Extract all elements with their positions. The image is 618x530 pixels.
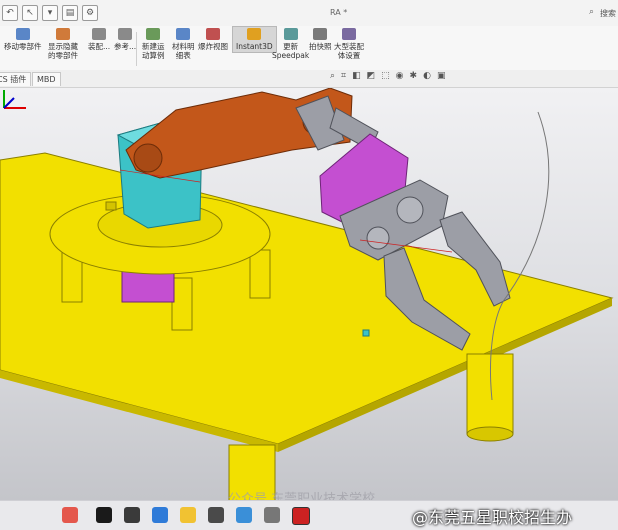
windows-start-icon[interactable] xyxy=(96,507,112,523)
new-motion-study-button[interactable]: 新建运 动算例 xyxy=(142,28,165,60)
previous-view-icon[interactable]: ◧ xyxy=(352,71,361,81)
section-view-icon[interactable]: ◩ xyxy=(367,71,376,81)
move-component-icon xyxy=(15,28,30,40)
stand-leg xyxy=(249,249,271,299)
assembly-feature-icon xyxy=(92,28,107,40)
store-icon[interactable] xyxy=(208,507,224,523)
show-hidden-components-button[interactable]: 显示隐藏 的零部件 xyxy=(48,28,78,60)
bill-of-materials-button[interactable]: 材料明 细表 xyxy=(172,28,195,60)
app-icon[interactable] xyxy=(62,507,78,523)
table-leg xyxy=(466,353,514,435)
reference-geometry-icon xyxy=(118,28,133,40)
zoom-area-icon[interactable]: ⌗ xyxy=(341,71,346,81)
ribbon-separator xyxy=(136,32,137,66)
snapshot-icon xyxy=(313,28,328,40)
gripper-gear-right xyxy=(396,196,424,224)
graphics-viewport[interactable] xyxy=(0,88,618,500)
shoulder-joint xyxy=(133,143,163,173)
instant3d-icon xyxy=(247,28,262,40)
search-label[interactable]: 搜索 xyxy=(600,8,616,19)
watermark-text: @东莞五星职校招生办 xyxy=(412,508,573,527)
view-orientation-icon[interactable]: ⬚ xyxy=(381,71,390,81)
move-component-button[interactable]: 移动零部件 xyxy=(4,28,42,51)
platform-bolt xyxy=(105,201,117,211)
large-assembly-settings-button[interactable]: 大型装配 体设置 xyxy=(334,28,364,60)
instant3d-button[interactable]: Instant3D xyxy=(232,26,277,53)
heads-up-view-toolbar: ⌕ ⌗ ◧ ◩ ⬚ ◉ ✱ ◐ ▣ xyxy=(330,71,445,81)
tab-bar: CS 插件 MBD xyxy=(0,70,618,88)
file-properties-icon[interactable]: ▤ xyxy=(62,5,78,21)
take-snapshot-button[interactable]: 拍快照 xyxy=(309,28,332,51)
title-bar: ↶ ↖ ▾ ▤ ⚙ RA * ⌕ 搜索 xyxy=(0,0,618,27)
large-assembly-icon xyxy=(342,28,356,40)
edge-browser-icon[interactable] xyxy=(152,507,168,523)
hide-show-items-icon[interactable]: ✱ xyxy=(410,71,418,81)
exploded-view-icon xyxy=(206,28,220,40)
new-motion-study-icon xyxy=(146,28,161,40)
origin-marker-icon xyxy=(362,329,370,337)
stand-leg xyxy=(171,277,193,331)
mail-icon[interactable] xyxy=(236,507,252,523)
file-explorer-icon[interactable] xyxy=(180,507,196,523)
gripper-gear-left xyxy=(366,226,390,250)
robot-arm-model xyxy=(0,88,614,500)
rebuild-icon[interactable]: ▾ xyxy=(42,5,58,21)
solidworks-icon[interactable] xyxy=(292,507,310,525)
assembly-features-button[interactable]: 装配... xyxy=(88,28,110,51)
bom-icon xyxy=(176,28,191,40)
task-view-icon[interactable] xyxy=(124,507,140,523)
coordinate-triad-icon xyxy=(3,90,26,109)
scene-icon[interactable]: ▣ xyxy=(437,71,446,81)
appearance-icon[interactable]: ◐ xyxy=(423,71,431,81)
select-pointer-icon[interactable]: ↖ xyxy=(22,5,38,21)
update-speedpak-button[interactable]: 更新 Speedpak xyxy=(272,28,309,60)
show-hidden-icon xyxy=(56,28,70,40)
reference-geometry-button[interactable]: 参考... xyxy=(114,28,136,51)
search-icon[interactable]: ⌕ xyxy=(589,7,594,17)
command-ribbon: 移动零部件 显示隐藏 的零部件 装配... 参考... 新建运 动算例 材料明 … xyxy=(0,26,618,71)
exploded-view-button[interactable]: 爆炸视图 xyxy=(198,28,228,51)
table-leg-foot xyxy=(466,426,514,442)
speedpak-icon xyxy=(283,28,298,40)
display-style-icon[interactable]: ◉ xyxy=(396,71,404,81)
document-title: RA * xyxy=(330,8,348,17)
zoom-icon[interactable]: ⌕ xyxy=(330,71,335,81)
options-gear-icon[interactable]: ⚙ xyxy=(82,5,98,21)
settings-gear-icon[interactable] xyxy=(264,507,280,523)
tab-mbd[interactable]: MBD xyxy=(32,72,61,86)
tab-cs-addins[interactable]: CS 插件 xyxy=(0,72,32,86)
undo-icon[interactable]: ↶ xyxy=(2,5,18,21)
